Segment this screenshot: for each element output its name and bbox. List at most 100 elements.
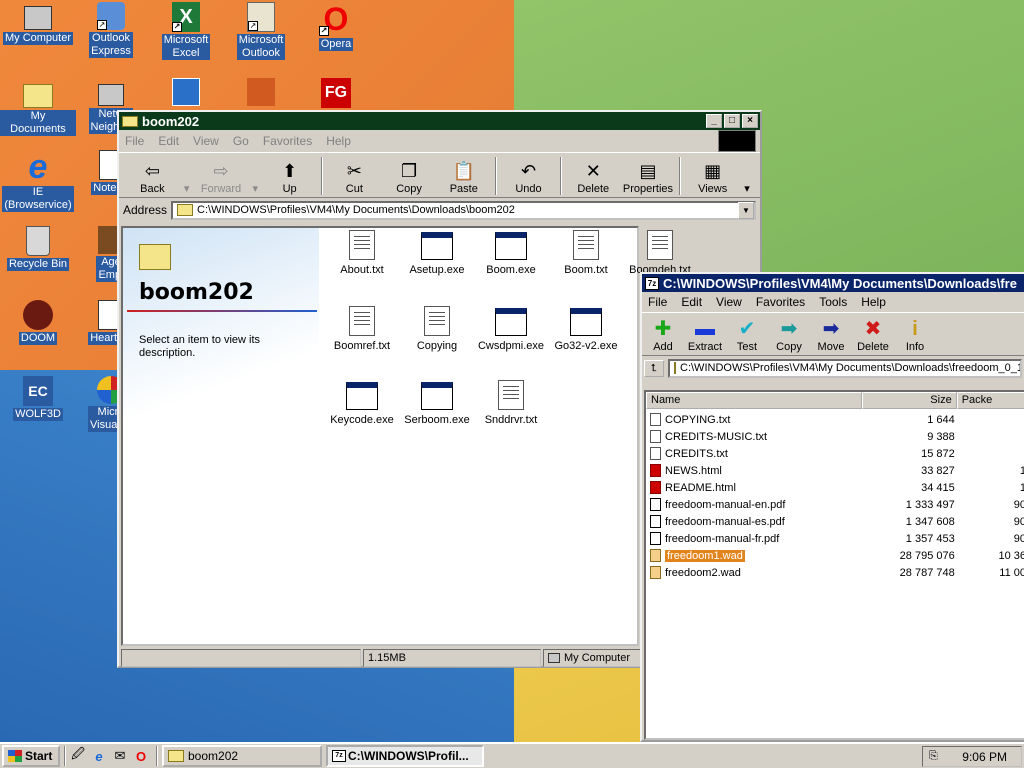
menu-help[interactable]: Help — [326, 134, 351, 148]
cut-button[interactable]: ✂ Cut — [327, 159, 382, 195]
forward-button[interactable]: ⇨ Forward — [194, 159, 249, 195]
back-button[interactable]: ⇦ Back — [125, 159, 180, 195]
menu-help[interactable]: Help — [861, 295, 886, 309]
desktop-icon-my-computer[interactable]: My Computer — [0, 2, 76, 45]
explorer-menubar: File Edit View Go Favorites Help — [119, 131, 718, 151]
menu-tools[interactable]: Tools — [819, 295, 847, 309]
menu-file[interactable]: File — [648, 295, 667, 309]
desktop-icon-outlook-express[interactable]: ↗ Outlook Express — [73, 2, 149, 58]
back-dropdown-icon[interactable]: ▾ — [180, 182, 194, 195]
table-row[interactable]: NEWS.html 33 8271 — [646, 462, 1024, 479]
sevenzip-address-field[interactable]: C:\WINDOWS\Profiles\VM4\My Documents\Dow… — [668, 358, 1022, 378]
menu-go[interactable]: Go — [233, 134, 249, 148]
address-dropdown-icon[interactable]: ▼ — [738, 201, 754, 219]
explorer-content[interactable]: boom202 Select an item to view its descr… — [121, 226, 691, 646]
clock[interactable]: 9:06 PM — [962, 750, 1007, 764]
file-item[interactable]: Boomdeh.txt — [619, 230, 701, 276]
menu-edit[interactable]: Edit — [158, 134, 179, 148]
desktop-icon-recycle-bin[interactable]: Recycle Bin — [0, 226, 76, 271]
file-item[interactable]: Snddrvr.txt — [470, 380, 552, 426]
up-button[interactable]: ⬆ Up — [262, 159, 317, 195]
menu-view[interactable]: View — [193, 134, 219, 148]
file-item[interactable]: Asetup.exe — [396, 230, 478, 276]
desktop-icon-wolf3d[interactable]: EC WOLF3D — [0, 376, 76, 421]
delete-button[interactable]: ✖ Delete — [852, 317, 894, 353]
desktop-icon-doom[interactable]: DOOM — [0, 300, 76, 345]
application-icon — [495, 308, 527, 336]
menu-view[interactable]: View — [716, 295, 742, 309]
file-item[interactable]: Copying — [396, 306, 478, 352]
desktop-icon-ie[interactable]: e IE (Browservice) — [0, 150, 76, 212]
table-row[interactable]: CREDITS.txt 15 872 — [646, 445, 1024, 462]
maximize-button[interactable]: □ — [724, 114, 740, 128]
extract-button[interactable]: ▬ Extract — [684, 317, 726, 353]
close-button[interactable]: × — [742, 114, 758, 128]
table-row[interactable]: freedoom-manual-en.pdf 1 333 497 90 — [646, 496, 1024, 513]
views-button[interactable]: ▦ Views — [685, 159, 740, 195]
desktop-icon-outlook[interactable]: ↗ Microsoft Outlook — [223, 2, 299, 60]
file-item[interactable]: Boom.exe — [470, 230, 552, 276]
start-button[interactable]: Start — [2, 745, 60, 767]
info-button[interactable]: i Info — [894, 317, 936, 353]
row-name: NEWS.html — [646, 464, 862, 477]
desktop-icon-excel[interactable]: X ↗ Microsoft Excel — [148, 2, 224, 60]
table-row[interactable]: freedoom1.wad 28 795 076 10 36 — [646, 547, 1024, 564]
copy-button[interactable]: ❐ Copy — [382, 159, 437, 195]
info-icon: i — [912, 318, 918, 340]
file-item[interactable]: About.txt — [321, 230, 403, 276]
task-button-boom202[interactable]: boom202 — [162, 745, 322, 767]
undo-button[interactable]: ↶ Undo — [501, 159, 556, 195]
sevenzip-titlebar[interactable]: 7z C:\WINDOWS\Profiles\VM4\My Documents\… — [642, 274, 1024, 292]
menu-favorites[interactable]: Favorites — [263, 134, 312, 148]
column-packed[interactable]: Packe — [956, 392, 1024, 409]
move-button[interactable]: ➡ Move — [810, 317, 852, 353]
fg-icon: FG — [321, 78, 351, 108]
properties-button[interactable]: ▤ Properties — [621, 159, 676, 195]
desktop-icon-opera[interactable]: O ↗ Opera — [298, 2, 374, 51]
sevenzip-window[interactable]: 7z C:\WINDOWS\Profiles\VM4\My Documents\… — [640, 272, 1024, 742]
delete-button[interactable]: ✕ Delete — [566, 159, 621, 195]
menu-edit[interactable]: Edit — [681, 295, 702, 309]
show-desktop-icon[interactable]: 🖉 — [69, 746, 87, 765]
forward-dropdown-icon[interactable]: ▾ — [248, 182, 262, 195]
table-row[interactable]: README.html 34 4151 — [646, 479, 1024, 496]
desktop-icon-shortcut-2[interactable] — [223, 78, 299, 108]
sevenzip-app-icon: 7z — [332, 750, 346, 762]
copy-button[interactable]: ➡ Copy — [768, 317, 810, 353]
table-row[interactable]: freedoom2.wad 28 787 748 11 00 — [646, 564, 1024, 581]
copy-arrow-icon: ➡ — [780, 318, 798, 340]
desktop-icon-shortcut-3[interactable]: FG — [298, 78, 374, 110]
table-row[interactable]: freedoom-manual-fr.pdf 1 357 453 90 — [646, 530, 1024, 547]
task-button-sevenzip[interactable]: 7z C:\WINDOWS\Profil... — [326, 745, 484, 767]
minimize-button[interactable]: _ — [706, 114, 722, 128]
explorer-titlebar[interactable]: boom202 _ □ × — [119, 112, 760, 130]
add-button[interactable]: ✚ Add — [642, 317, 684, 353]
desktop-icon-shortcut-1[interactable] — [148, 78, 224, 108]
file-item[interactable]: Cwsdpmi.exe — [470, 306, 552, 352]
file-item[interactable]: Keycode.exe — [321, 380, 403, 426]
column-name[interactable]: Name — [646, 392, 862, 409]
test-button[interactable]: ✔ Test — [726, 317, 768, 353]
menu-file[interactable]: File — [125, 134, 144, 148]
table-row[interactable]: CREDITS-MUSIC.txt 9 388 — [646, 428, 1024, 445]
tray-network-icon[interactable]: ⎘ — [929, 750, 938, 763]
file-item[interactable]: Go32-v2.exe — [545, 306, 627, 352]
opera-quicklaunch-icon[interactable]: O — [132, 747, 150, 765]
views-dropdown-icon[interactable]: ▾ — [740, 182, 754, 195]
file-item[interactable]: Serboom.exe — [396, 380, 478, 426]
delete-x-icon: ✕ — [585, 161, 601, 181]
desktop-icon-my-documents[interactable]: My Documents — [0, 78, 76, 136]
outlook-quicklaunch-icon[interactable]: ✉ — [111, 747, 129, 765]
sevenzip-list[interactable]: Name Size Packe COPYING.txt 1 644 CREDITS-… — [644, 390, 1024, 740]
column-size[interactable]: Size — [861, 392, 957, 409]
address-field[interactable]: C:\WINDOWS\Profiles\VM4\My Documents\Dow… — [171, 200, 756, 220]
ie-quicklaunch-icon[interactable]: e — [90, 747, 108, 765]
table-row[interactable]: freedoom-manual-es.pdf 1 347 608 90 — [646, 513, 1024, 530]
paste-button[interactable]: 📋 Paste — [436, 159, 491, 195]
file-item[interactable]: Boomref.txt — [321, 306, 403, 352]
file-item[interactable]: Boom.txt — [545, 230, 627, 276]
text-file-icon — [647, 230, 673, 260]
menu-favorites[interactable]: Favorites — [756, 295, 805, 309]
table-row[interactable]: COPYING.txt 1 644 — [646, 411, 1024, 428]
minus-icon: ▬ — [695, 318, 715, 340]
